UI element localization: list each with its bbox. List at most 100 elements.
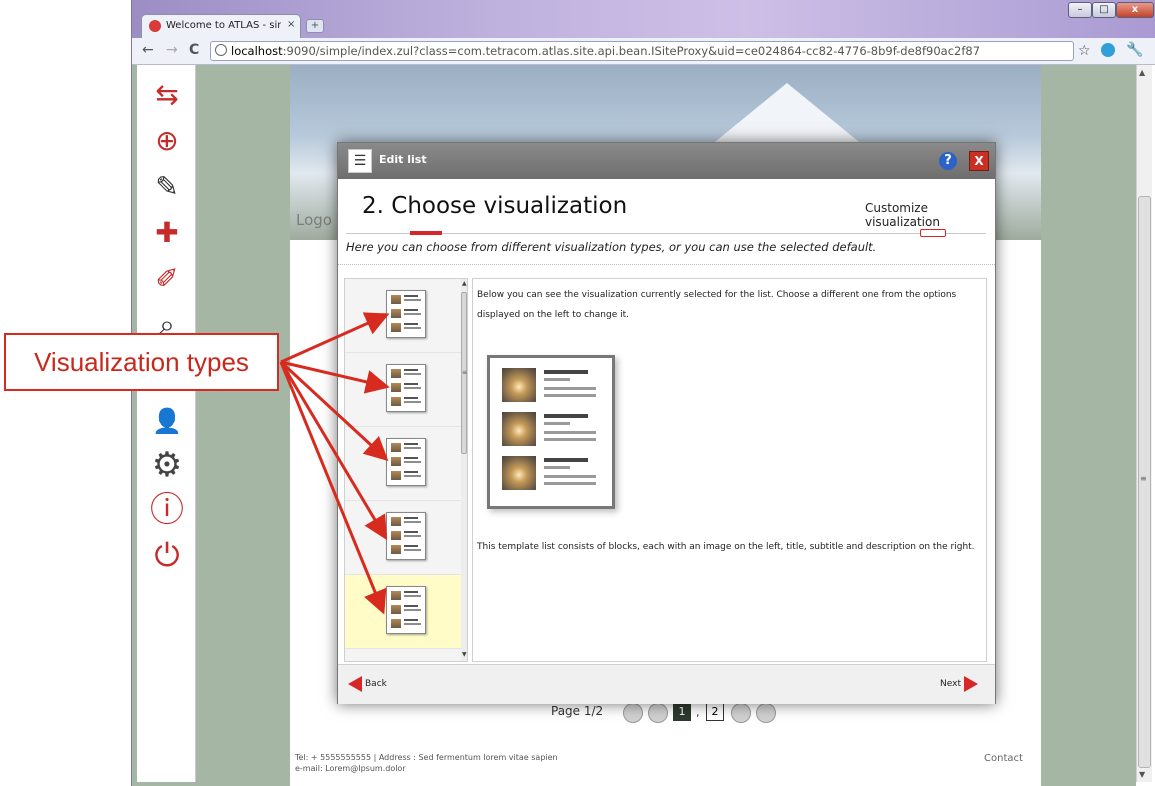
extension-icon[interactable] <box>1101 43 1115 57</box>
edit-list-dialog: ☰ Edit list ? X 2. Choose visualization … <box>337 142 996 704</box>
thumbnail-block-title <box>404 397 418 399</box>
window-minimize-button[interactable]: – <box>1068 2 1092 18</box>
edit-page-icon[interactable]: ✎ <box>147 167 187 207</box>
thumbnail-block-image <box>391 471 401 480</box>
annotation-callout: Visualization types <box>4 333 279 391</box>
scroll-up-arrow-icon[interactable]: ▲ <box>1139 68 1145 77</box>
first-page-icon[interactable] <box>623 703 643 723</box>
window-maximize-button[interactable]: □ <box>1092 2 1116 18</box>
divider <box>338 264 995 266</box>
step-title: 2. Choose visualization <box>362 193 628 219</box>
thumbnail-block-image <box>391 369 401 378</box>
visualization-thumbnail <box>386 512 426 560</box>
browser-window: Welcome to ATLAS - simpl × + – □ x ← → C… <box>131 0 1155 786</box>
settings-gear-icon[interactable]: ⚙ <box>147 445 187 485</box>
thumbnail-block <box>391 443 421 452</box>
scroll-up-arrow-icon[interactable]: ▲ <box>462 280 467 287</box>
thumbnail-block-text <box>404 387 421 389</box>
visualization-thumbnail <box>386 586 426 634</box>
visualization-option[interactable] <box>345 353 461 427</box>
thumbnail-block-text <box>404 299 421 301</box>
power-icon[interactable]: ⏻ <box>147 535 187 575</box>
visualization-thumbnail <box>386 290 426 338</box>
contact-link[interactable]: Contact <box>984 753 1023 764</box>
last-page-icon[interactable] <box>756 703 776 723</box>
thumbnail-block <box>391 517 421 526</box>
bookmark-star-icon[interactable]: ☆ <box>1078 43 1091 59</box>
preview-block-title <box>544 458 588 462</box>
pagination-label: Page 1/2 <box>551 704 604 718</box>
tab-title: Welcome to ATLAS - simpl <box>166 20 281 31</box>
preview-block-title <box>544 370 588 374</box>
add-page-icon[interactable]: ⊕ <box>147 121 187 161</box>
thumbnail-block <box>391 323 421 332</box>
current-page: 1 <box>673 703 691 721</box>
preview-block-title <box>544 414 588 418</box>
thumbnail-block-image <box>391 531 401 540</box>
preview-block-description <box>544 475 596 478</box>
preview-instructions-line-1: Below you can see the visualization curr… <box>477 290 957 300</box>
scroll-down-arrow-icon[interactable]: ▼ <box>1139 770 1145 779</box>
visualization-option[interactable] <box>345 575 461 649</box>
back-button-label: Back <box>365 679 387 689</box>
add-element-icon[interactable]: ✚ <box>147 213 187 253</box>
visualization-option[interactable] <box>345 279 461 353</box>
preview-block-description <box>544 482 596 485</box>
switch-page-icon[interactable]: ⇆ <box>147 75 187 115</box>
thumbnail-block-image <box>391 323 401 332</box>
visualization-type-list: ▲ ≡ ▼ <box>344 278 468 662</box>
thumbnail-block-image <box>391 591 401 600</box>
thumbnail-block-text <box>404 535 421 537</box>
help-icon[interactable]: ? <box>939 152 957 170</box>
reload-icon[interactable]: C <box>189 42 199 58</box>
user-icon[interactable]: 👤 <box>147 401 187 441</box>
next-arrow-icon <box>963 675 978 692</box>
forward-arrow-icon[interactable]: → <box>166 42 178 58</box>
tab-close-icon[interactable]: × <box>287 19 295 30</box>
thumbnail-block-text <box>404 623 421 625</box>
thumbnail-block-title <box>404 457 418 459</box>
wrench-menu-icon[interactable]: 🔧 <box>1126 42 1143 58</box>
dialog-title: Edit list <box>379 153 427 166</box>
preview-block-subtitle <box>544 466 570 469</box>
thumbnail-block <box>391 545 421 554</box>
next-page-icon[interactable] <box>731 703 751 723</box>
thumbnail-block-text <box>404 447 421 449</box>
visualization-thumbnail <box>386 364 426 412</box>
thumbnail-block-image <box>391 309 401 318</box>
preview-block-subtitle <box>544 422 570 425</box>
preview-block-description <box>544 431 596 434</box>
preview-instructions-line-2: displayed on the left to change it. <box>477 310 629 320</box>
thumbnail-block-text <box>404 327 421 329</box>
thumbnail-block-title <box>404 309 418 311</box>
new-tab-button[interactable]: + <box>306 19 324 33</box>
page-link[interactable]: 2 <box>706 703 724 721</box>
visualization-option[interactable] <box>345 427 461 501</box>
info-icon[interactable]: ⓘ <box>147 490 187 530</box>
next-button[interactable]: Next <box>940 675 978 693</box>
template-description: This template list consists of blocks, e… <box>477 542 975 552</box>
address-bar[interactable]: localhost:9090/simple/index.zul?class=co… <box>210 41 1074 61</box>
thumbnail-block-image <box>391 605 401 614</box>
prev-page-icon[interactable] <box>648 703 668 723</box>
preview-instructions: Below you can see the visualization curr… <box>477 285 977 325</box>
window-close-button[interactable]: x <box>1116 2 1154 18</box>
edit-element-icon[interactable]: ✐ <box>147 259 187 299</box>
thumbnail-block-title <box>404 545 418 547</box>
visualization-option[interactable] <box>345 501 461 575</box>
thumbnail-block-text <box>404 549 421 551</box>
close-icon[interactable]: X <box>969 151 989 171</box>
preview-block-image <box>502 368 536 402</box>
admin-sidebar: ⇆ ⊕ ✎ ✚ ✐ ⌕ 👤 ⚙ ⓘ ⏻ <box>137 65 196 782</box>
list-icon: ☰ <box>348 149 372 173</box>
scroll-down-arrow-icon[interactable]: ▼ <box>462 651 467 658</box>
back-arrow-icon[interactable]: ← <box>142 42 154 58</box>
preview-block-image <box>502 456 536 490</box>
step-progress-line <box>346 233 986 234</box>
back-button[interactable]: Back <box>348 675 387 693</box>
thumbnail-block-title <box>404 369 418 371</box>
annotation-label: Visualization types <box>34 347 249 377</box>
thumbnail-block-title <box>404 619 418 621</box>
step-progress-current <box>410 231 442 235</box>
browser-tab[interactable]: Welcome to ATLAS - simpl × <box>141 14 301 39</box>
